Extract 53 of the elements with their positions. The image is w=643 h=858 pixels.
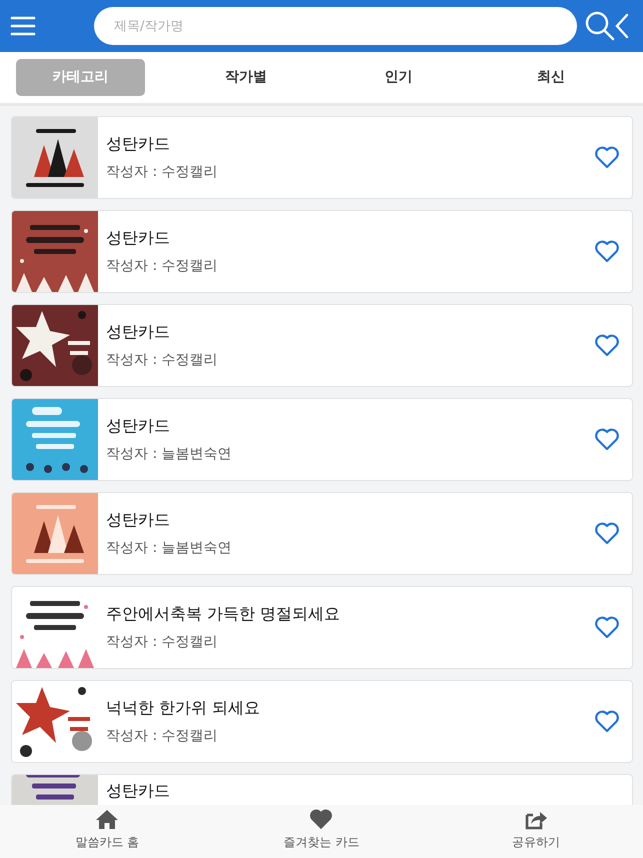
card-title: 성탄카드 [106, 509, 171, 531]
card-title: 성탄카드 [106, 321, 171, 343]
heart-icon [594, 428, 620, 451]
heart-icon [594, 240, 620, 263]
card-title: 성탄카드 [106, 133, 171, 155]
card-title: 성탄카드 [106, 780, 171, 802]
card-item[interactable]: 성탄카드 작성자 : 수정캘리 [11, 304, 633, 387]
home-icon [95, 809, 120, 830]
card-title: 성탄카드 [106, 227, 171, 249]
card-author: 작성자 : 수정캘리 [106, 351, 219, 370]
heart-icon [594, 522, 620, 545]
card-item[interactable]: 성탄카드 작성자 : 수정캘리 [11, 210, 633, 293]
category-tab[interactable]: 최신 [474, 59, 627, 96]
nav-button[interactable]: 말씀카드 홈 [0, 805, 214, 858]
category-tab[interactable]: 인기 [322, 59, 475, 96]
back-icon [615, 13, 629, 39]
search-button[interactable] [585, 11, 615, 41]
favorite-button[interactable] [594, 428, 620, 451]
menu-icon [10, 15, 36, 37]
card-item[interactable]: 성탄카드 작성자 : 늘봄변숙연 [11, 492, 633, 575]
card-item[interactable]: 성탄카드 작성자 : 늘봄변숙연 [11, 398, 633, 481]
heart-icon [594, 146, 620, 169]
favorite-button[interactable] [594, 334, 620, 357]
heart-icon [309, 809, 334, 830]
card-author: 작성자 : 수정캘리 [106, 633, 219, 652]
share-icon [524, 809, 548, 830]
category-tab[interactable]: 작가별 [170, 59, 322, 96]
card-title: 주안에서축복 가득한 명절되세요 [106, 603, 342, 625]
card-author: 작성자 : 늘봄변숙연 [106, 445, 233, 464]
search-icon [585, 11, 615, 41]
card-item[interactable]: 넉넉한 한가위 되세요 작성자 : 수정캘리 [11, 680, 633, 763]
card-author: 작성자 : 수정캘리 [106, 727, 219, 746]
card-author: 작성자 : 수정캘리 [106, 257, 219, 276]
heart-icon [594, 710, 620, 733]
card-title: 넉넉한 한가위 되세요 [106, 697, 262, 719]
card-item[interactable]: 성탄카드 작성자 : 수정캘리 [11, 116, 633, 199]
card-item[interactable]: 주안에서축복 가득한 명절되세요 작성자 : 수정캘리 [11, 586, 633, 669]
favorite-button[interactable] [594, 710, 620, 733]
card-title: 성탄카드 [106, 415, 171, 437]
back-button[interactable] [615, 13, 629, 39]
favorite-button[interactable] [594, 240, 620, 263]
nav-button[interactable]: 공유하기 [428, 805, 643, 858]
favorite-button[interactable] [594, 616, 620, 639]
favorite-button[interactable] [594, 522, 620, 545]
search-field[interactable]: 제목/작가명 [94, 7, 577, 45]
favorite-button[interactable] [594, 146, 620, 169]
nav-button[interactable]: 즐겨찾는 카드 [214, 805, 429, 858]
card-author: 작성자 : 수정캘리 [106, 163, 219, 182]
heart-icon [594, 334, 620, 357]
card-item[interactable]: 성탄카드 [11, 774, 633, 805]
card-author: 작성자 : 늘봄변숙연 [106, 539, 233, 558]
menu-button[interactable] [10, 15, 36, 37]
heart-icon [594, 616, 620, 639]
